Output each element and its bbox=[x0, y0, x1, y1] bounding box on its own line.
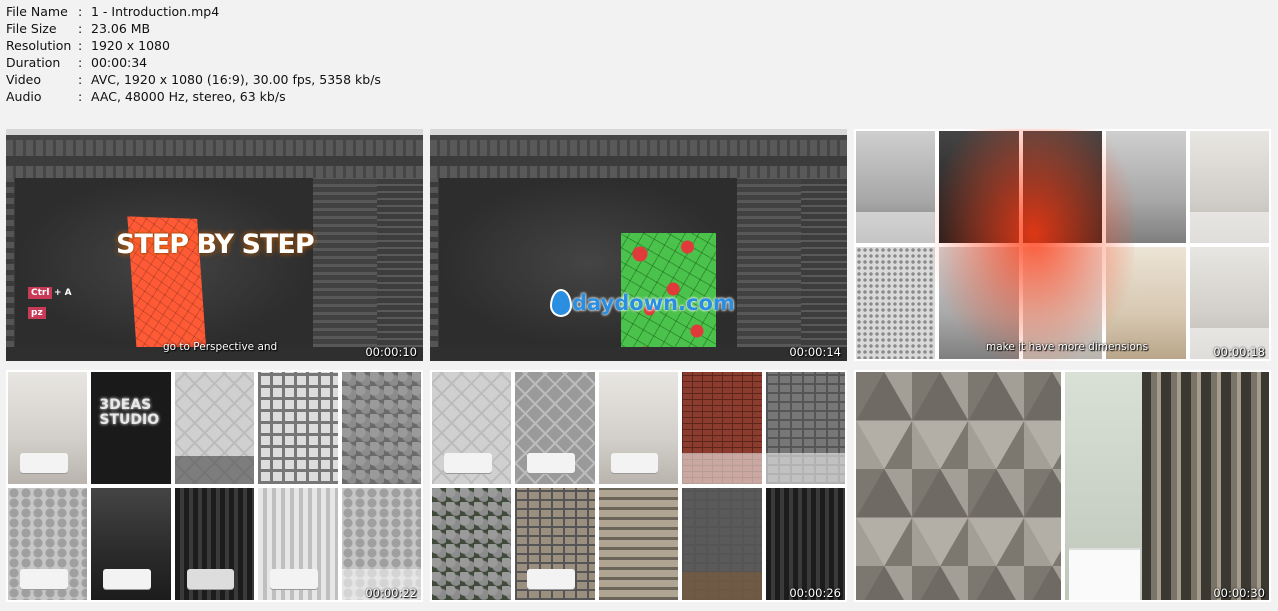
collage-image bbox=[258, 372, 338, 484]
collage-image bbox=[515, 372, 595, 484]
collage-image bbox=[856, 131, 936, 243]
info-value: AVC, 1920 x 1080 (16:9), 30.00 fps, 5358… bbox=[91, 72, 381, 87]
thumbnail-6[interactable]: 00:00:30 bbox=[854, 370, 1271, 602]
info-separator: : bbox=[78, 4, 83, 19]
watermark-drop-icon bbox=[550, 289, 572, 317]
subtitle: make it have more dimensions bbox=[986, 341, 1149, 353]
info-separator: : bbox=[78, 38, 83, 53]
info-video: Video: AVC, 1920 x 1080 (16:9), 30.00 fps… bbox=[6, 71, 381, 88]
app-ribbon bbox=[6, 156, 423, 166]
thumbnail-3[interactable]: make it have more dimensions 00:00:18 bbox=[854, 129, 1271, 361]
command-panel bbox=[377, 178, 423, 347]
info-separator: : bbox=[78, 21, 83, 36]
subtitle: go to Perspective and bbox=[163, 341, 278, 353]
timestamp: 00:00:14 bbox=[789, 345, 841, 359]
info-file-name: File Name:1 - Introduction.mp4 bbox=[6, 3, 381, 20]
info-value: 00:00:34 bbox=[91, 55, 148, 70]
command-panel bbox=[801, 178, 847, 347]
perspective-viewport bbox=[15, 178, 313, 361]
collage-image bbox=[1189, 131, 1269, 243]
info-value: 23.06 MB bbox=[91, 21, 151, 36]
info-label: File Size bbox=[6, 21, 57, 36]
collage-image bbox=[432, 488, 512, 600]
info-label: File Name bbox=[6, 4, 68, 19]
left-toolstrip bbox=[6, 178, 14, 347]
image-collage bbox=[854, 370, 1271, 602]
collage-image bbox=[341, 372, 421, 484]
status-bar bbox=[430, 347, 847, 361]
collage-image bbox=[515, 488, 595, 600]
info-value: 1 - Introduction.mp4 bbox=[91, 4, 220, 19]
collage-image bbox=[1189, 247, 1269, 359]
watermark-text: daydown.com bbox=[572, 291, 735, 315]
thumbnail-4[interactable]: 3DEAS STUDIO 00:00:22 bbox=[6, 370, 423, 602]
collage-image bbox=[765, 488, 845, 600]
timestamp: 00:00:10 bbox=[365, 345, 417, 359]
left-toolstrip bbox=[430, 178, 438, 347]
bathtub bbox=[1068, 547, 1141, 600]
image-collage: 3DEAS STUDIO bbox=[6, 370, 423, 602]
collage-image bbox=[1064, 372, 1269, 600]
info-file-size: File Size:23.06 MB bbox=[6, 20, 381, 37]
neon-sign-text: 3DEAS STUDIO bbox=[99, 397, 160, 428]
collage-image bbox=[174, 372, 255, 484]
modifier-panel bbox=[313, 178, 377, 347]
info-separator: : bbox=[78, 72, 83, 87]
info-label: Duration bbox=[6, 55, 61, 70]
timestamp: 00:00:18 bbox=[1213, 345, 1265, 359]
info-separator: : bbox=[78, 89, 83, 104]
info-resolution: Resolution:1920 x 1080 bbox=[6, 37, 381, 54]
timestamp: 00:00:30 bbox=[1213, 586, 1265, 600]
collage-image bbox=[341, 488, 421, 600]
info-label: Audio bbox=[6, 89, 42, 104]
overlay-title: STEP BY STEP bbox=[116, 229, 315, 260]
file-info: File Name:1 - Introduction.mp4 File Size… bbox=[6, 3, 381, 105]
key-plus-a: + A bbox=[54, 288, 72, 298]
thumbnail-5[interactable]: 00:00:26 bbox=[430, 370, 847, 602]
collage-image bbox=[8, 488, 88, 600]
collage-image bbox=[598, 488, 679, 600]
collage-image bbox=[258, 488, 338, 600]
collage-image bbox=[856, 247, 936, 359]
info-label: Resolution bbox=[6, 38, 72, 53]
collage-image: 3DEAS STUDIO bbox=[91, 372, 171, 484]
modifier-panel bbox=[737, 178, 801, 347]
collage-image bbox=[765, 372, 845, 484]
key-pz-badge: pz bbox=[28, 307, 46, 319]
image-collage bbox=[430, 370, 847, 602]
collage-image bbox=[682, 488, 762, 600]
collage-image bbox=[432, 372, 512, 484]
info-value: AAC, 48000 Hz, stereo, 63 kb/s bbox=[91, 89, 286, 104]
app-ribbon bbox=[430, 156, 847, 166]
collage-image bbox=[8, 372, 88, 484]
collage-image bbox=[856, 372, 1061, 600]
timestamp: 00:00:22 bbox=[365, 586, 417, 600]
thumbnail-1[interactable]: STEP BY STEP Ctrl + A pz go to Perspecti… bbox=[6, 129, 423, 361]
thumbnail-2[interactable]: daydown.com 00:00:14 bbox=[430, 129, 847, 361]
info-audio: Audio: AAC, 48000 Hz, stereo, 63 kb/s bbox=[6, 88, 381, 105]
info-duration: Duration:00:00:34 bbox=[6, 54, 381, 71]
timestamp: 00:00:26 bbox=[789, 586, 841, 600]
key-ctrl-badge: Ctrl bbox=[28, 287, 53, 299]
collage-image bbox=[174, 488, 255, 600]
collage-image bbox=[91, 488, 171, 600]
info-label: Video bbox=[6, 72, 42, 87]
info-separator: : bbox=[78, 55, 83, 70]
collage-image bbox=[682, 372, 762, 484]
orange-panel-overlay bbox=[934, 129, 1134, 361]
info-value: 1920 x 1080 bbox=[91, 38, 170, 53]
perspective-viewport bbox=[439, 178, 737, 361]
collage-image bbox=[598, 372, 679, 484]
